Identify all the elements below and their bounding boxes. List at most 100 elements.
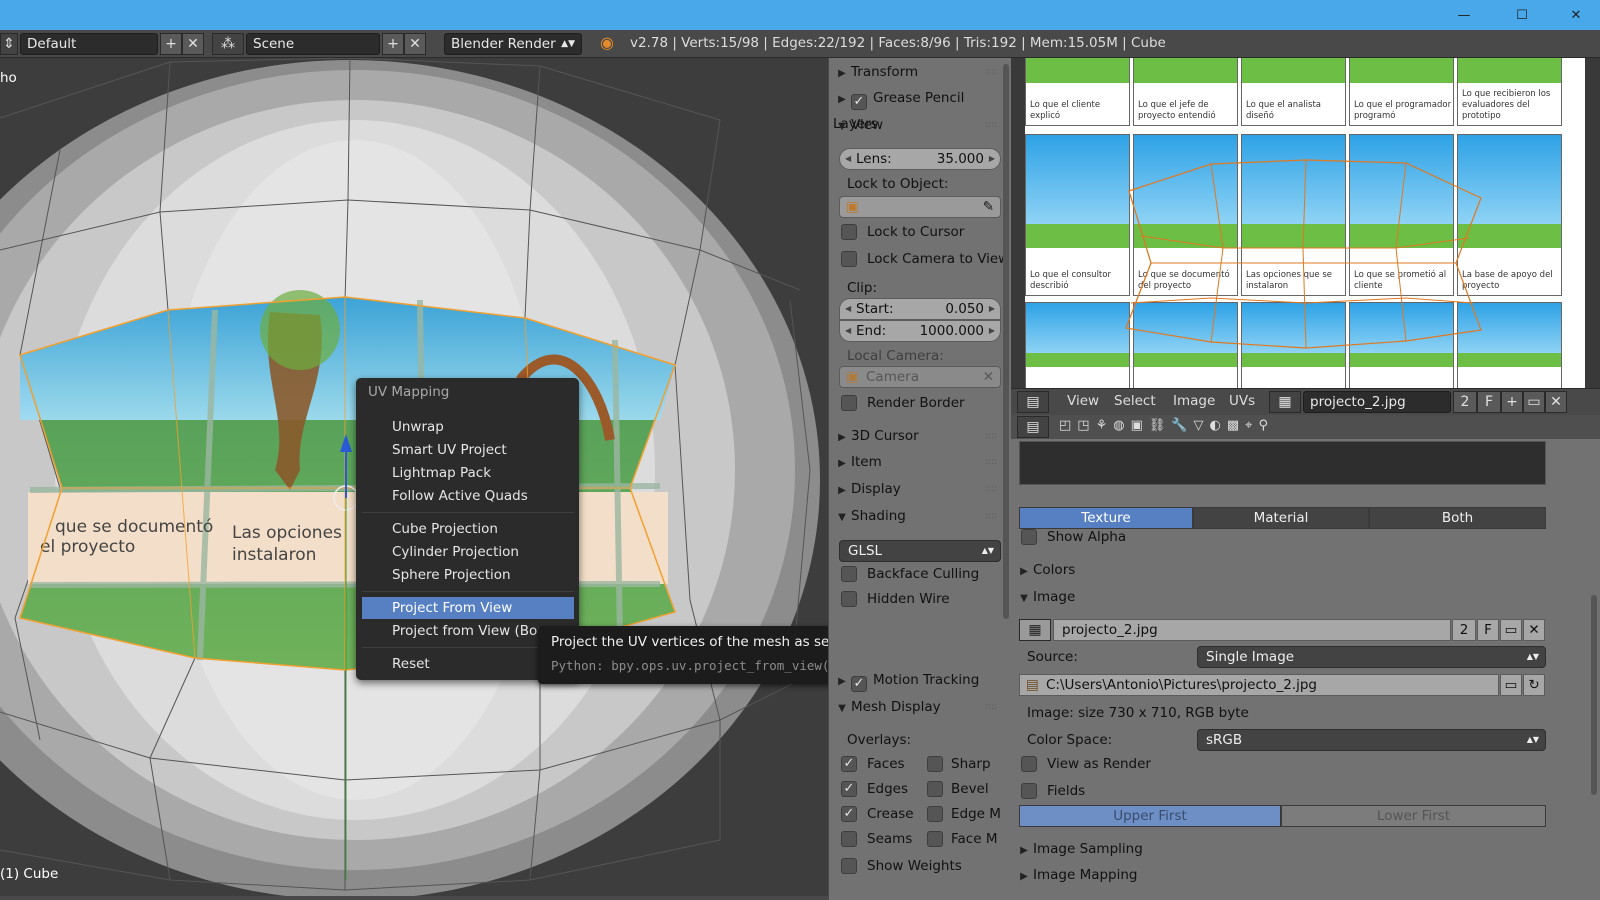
lock-to-cursor-checkbox[interactable] [841,224,857,240]
filebrowse-icon[interactable]: ▭ [1500,674,1522,696]
minimize-button[interactable]: — [1436,0,1492,30]
add-scene-button[interactable]: + [382,33,404,55]
menu-item-cylinder-projection[interactable]: Cylinder Projection [362,541,574,563]
backface-culling-label: Backface Culling [867,566,980,582]
edge-m-label: Edge M [951,806,1001,822]
add-screen-button[interactable]: + [160,33,182,55]
clip-end-field[interactable]: ◀ End: 1000.000 ▶ [839,320,1001,342]
bevel-checkbox[interactable] [927,781,943,797]
panel-motion-tracking[interactable]: ▶ ✓ Motion Tracking [833,668,1001,692]
properties-scrollbar[interactable] [1591,595,1597,795]
local-camera-field[interactable]: ▣ Camera ✕ [839,366,1001,388]
scene-field[interactable]: Scene [246,33,380,55]
uv-editor-type-icon[interactable]: ▤ [1017,391,1049,413]
fields-checkbox[interactable] [1021,783,1037,799]
uv-image-name-field[interactable]: projecto_2.jpg [1303,391,1451,413]
menu-item-follow-active-quads[interactable]: Follow Active Quads [362,485,574,507]
context-icons[interactable]: ◰◳⚘◍▣⛓🔧▽◐▩⌖⚲ [1059,418,1274,433]
uv-image-users[interactable]: 2 [1453,391,1477,413]
sharp-checkbox[interactable] [927,756,943,772]
panel-scrollbar[interactable] [1003,64,1009,619]
lens-field[interactable]: ◀ Lens: 35.000 ▶ [839,148,1001,170]
panel-image-sampling[interactable]: ▶ Image Sampling [1015,837,1183,861]
faces-checkbox[interactable]: ✓ [841,756,857,772]
clip-start-field[interactable]: ◀ Start: 0.050 ▶ [839,298,1001,320]
scene-selector-icon[interactable]: ⁂ [212,33,244,55]
image-browse-icon[interactable]: ▦ [1269,391,1301,413]
image-fake-user-button[interactable]: F [1477,619,1499,641]
eyedropper-icon[interactable]: ✎ [983,197,994,217]
uv-image-view[interactable]: Lo que el cliente explicó Lo que el jefe … [1011,58,1600,388]
panel-item[interactable]: ▶ Item:::: [833,450,1001,474]
maximize-button[interactable]: ☐ [1494,0,1550,30]
view-as-render-checkbox[interactable] [1021,756,1037,772]
panel-mesh-display[interactable]: ▼ Mesh Display:::: [833,695,1001,719]
uv-menu-select[interactable]: Select [1114,393,1156,409]
menu-item-smart-uv-project[interactable]: Smart UV Project [362,439,574,461]
show-alpha-checkbox[interactable] [1021,529,1037,545]
render-border-checkbox[interactable] [841,395,857,411]
overlays-label: Overlays: [847,732,912,748]
lock-object-field[interactable]: ▣ ✎ [839,196,1001,218]
uv-fake-user-button[interactable]: F [1477,391,1501,413]
filepath-field[interactable]: ▤ C:\Users\Antonio\Pictures\projecto_2.jp… [1019,674,1499,696]
lower-first-button[interactable]: Lower First [1281,805,1546,827]
uv-menu-uvs[interactable]: UVs [1229,393,1255,409]
edges-checkbox[interactable]: ✓ [841,781,857,797]
reload-icon[interactable]: ↻ [1523,674,1545,696]
clear-x-icon[interactable]: ✕ [983,367,994,387]
panel-image[interactable]: ▼ Image [1015,585,1183,609]
crease-checkbox[interactable]: ✓ [841,806,857,822]
uv-menu-image[interactable]: Image [1173,393,1215,409]
panel-transform[interactable]: ▶ Transform:::: [833,60,1001,84]
panel-shading[interactable]: ▼ Shading:::: [833,504,1001,528]
panel-view[interactable]: ▼ View:::: [833,113,1001,137]
editor-type-icon[interactable]: ⇕ [0,33,18,55]
tab-texture[interactable]: Texture [1019,507,1193,529]
panel-image-mapping[interactable]: ▶ Image Mapping [1015,863,1183,887]
render-engine-dropdown[interactable]: Blender Render ▲▼ [444,33,582,55]
color-space-dropdown[interactable]: sRGB ▲▼ [1197,729,1546,751]
remove-screen-button[interactable]: ✕ [182,33,204,55]
tab-material[interactable]: Material [1193,507,1369,529]
panel-3d-cursor[interactable]: ▶ 3D Cursor:::: [833,424,1001,448]
image-users-count[interactable]: 2 [1452,619,1476,641]
title-bar: — ☐ ✕ [0,0,1600,30]
hidden-wire-checkbox[interactable] [841,591,857,607]
menu-item-project-from-view[interactable]: Project From View [362,597,574,619]
upper-first-button[interactable]: Upper First [1019,805,1281,827]
remove-scene-button[interactable]: ✕ [404,33,426,55]
panel-colors[interactable]: ▶ Colors [1015,558,1183,582]
backface-culling-checkbox[interactable] [841,566,857,582]
lock-camera-label: Lock Camera to View [867,251,1010,267]
lock-camera-checkbox[interactable] [841,251,857,267]
updown-icon: ▲▼ [561,39,575,49]
panel-display[interactable]: ▶ Display:::: [833,477,1001,501]
properties-editor-icon[interactable]: ▤ [1017,416,1049,438]
show-weights-checkbox[interactable] [841,858,857,874]
panel-grease-pencil[interactable]: ▶ ✓ Grease Pencil Layers [833,86,1001,132]
uv-menu-view[interactable]: View [1067,393,1099,409]
image-name-field[interactable]: projecto_2.jpg [1053,619,1451,641]
menu-item-sphere-projection[interactable]: Sphere Projection [362,564,574,586]
menu-item-lightmap-pack[interactable]: Lightmap Pack [362,462,574,484]
tab-both[interactable]: Both [1369,507,1546,529]
image-unlink-icon[interactable]: ✕ [1523,619,1545,641]
uv-unlink-image-button[interactable]: ✕ [1545,391,1567,413]
image-open-folder-icon[interactable]: ▭ [1500,619,1522,641]
uv-open-image-button[interactable]: ▭ [1523,391,1545,413]
seams-checkbox[interactable] [841,831,857,847]
edge-m-checkbox[interactable] [927,806,943,822]
menu-item-cube-projection[interactable]: Cube Projection [362,518,574,540]
close-button[interactable]: ✕ [1552,0,1600,30]
face-m-checkbox[interactable] [927,831,943,847]
menu-item-unwrap[interactable]: Unwrap [362,416,574,438]
grease-pencil-checkbox-icon[interactable]: ✓ [851,94,867,110]
image-browse-icon[interactable]: ▦ [1019,619,1051,641]
shading-mode-dropdown[interactable]: GLSL ▲▼ [839,540,1001,562]
motion-tracking-checkbox[interactable]: ✓ [851,676,867,692]
uv-new-image-button[interactable]: + [1501,391,1523,413]
texture-slots-preview[interactable] [1019,441,1546,485]
source-dropdown[interactable]: Single Image ▲▼ [1197,646,1546,668]
screen-layout-field[interactable]: Default [20,33,158,55]
